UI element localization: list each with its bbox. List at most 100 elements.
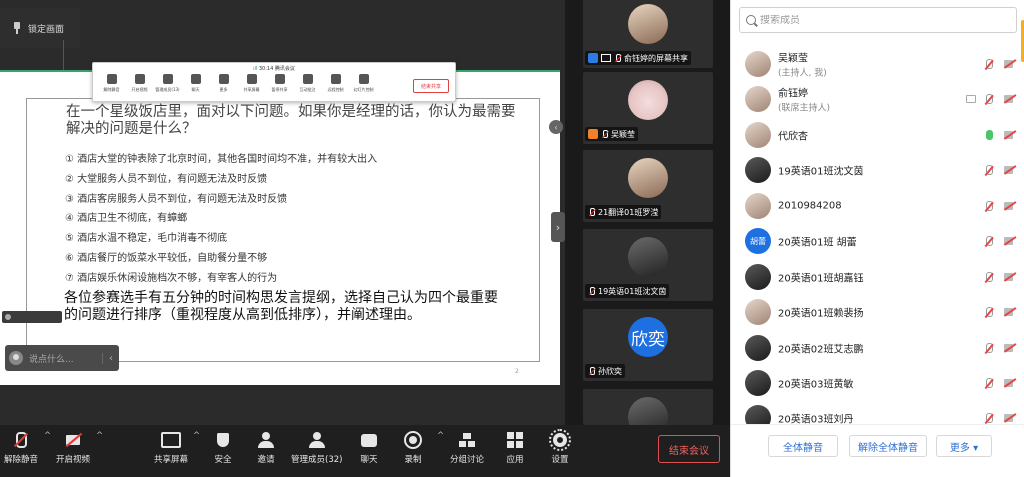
nested-toolbar-item[interactable]: 暂停共享 (267, 74, 292, 100)
participant-photo (628, 158, 668, 198)
camera-icon (134, 74, 145, 84)
member-row[interactable]: 2010984208 (731, 188, 1024, 224)
start-video-button[interactable]: 开启视频 (56, 431, 90, 473)
search-input[interactable] (760, 14, 1000, 26)
mic-muted-icon[interactable] (985, 94, 993, 105)
nested-toolbar-item[interactable]: 共享屏幕 (239, 74, 264, 100)
camera-off-icon[interactable] (1004, 131, 1016, 139)
tile-label: 孙欣奕 (585, 364, 625, 378)
mic-muted-icon[interactable] (985, 236, 993, 247)
nested-share-toolbar: ıll 30:14 腾讯会议 解除静音 开启视频 管理成员(13) 聊天 更多 … (92, 62, 456, 102)
member-row[interactable]: 胡蕾 20英语01班 胡蕾 (731, 223, 1024, 259)
camera-off-icon[interactable] (1004, 379, 1016, 387)
chat-button[interactable]: 聊天 (359, 431, 379, 473)
member-row[interactable]: 20英语01班赖裴扬 (731, 294, 1024, 330)
nested-toolbar-item[interactable]: 管理成员(13) (155, 74, 180, 100)
member-row[interactable]: 19英语01班沈文茵 (731, 152, 1024, 188)
mic-muted-icon (588, 366, 595, 376)
camera-off-icon[interactable] (1004, 414, 1016, 422)
mic-muted-icon[interactable] (985, 307, 993, 318)
camera-off-icon[interactable] (1004, 60, 1016, 68)
nested-end-share-button[interactable]: 结束共享 (413, 79, 449, 93)
share-screen-button[interactable]: 共享屏幕 (154, 431, 188, 473)
chevron-up-icon[interactable]: ^ (44, 431, 51, 473)
camera-off-icon[interactable] (1004, 273, 1016, 281)
member-info: 俞钰婷 (联席主持人) (778, 85, 830, 114)
video-tile[interactable]: 欣奕 孙欣奕 (583, 309, 713, 381)
slide-instructions: 各位参赛选手有五分钟的时间构思发言提纲，选择自己认为四个最重要的问题进行排序（重… (64, 290, 498, 323)
record-button[interactable]: 录制 (403, 431, 423, 473)
end-meeting-button[interactable]: 结束会议 (658, 435, 720, 463)
toolbar-label: 录制 (404, 455, 422, 465)
mic-muted-icon[interactable] (985, 201, 993, 212)
nested-toolbar-item[interactable]: 远程控制 (323, 74, 348, 100)
toolbar-label: 解除静音 (4, 455, 39, 465)
member-row[interactable]: 代欣杏 (731, 117, 1024, 153)
mic-muted-icon[interactable] (985, 343, 993, 354)
nested-toolbar-item[interactable]: 更多 (211, 74, 236, 100)
invite-icon (256, 431, 276, 449)
security-button[interactable]: 安全 (213, 431, 233, 473)
video-gallery[interactable]: 俞钰婷的屏幕共享 吴颖莹 21翻译01班罗滢 19英语01班沈文茵 欣奕 孙欣奕 (565, 0, 730, 425)
nested-chat-chip (2, 311, 62, 323)
video-tile[interactable] (583, 389, 713, 425)
member-row[interactable]: 20英语01班胡嘉钰 (731, 259, 1024, 295)
mic-muted-icon[interactable] (985, 59, 993, 70)
camera-off-icon[interactable] (1004, 308, 1016, 316)
chevron-right-icon[interactable]: › (551, 212, 565, 242)
lock-view-button[interactable]: 锁定画面 (0, 8, 80, 48)
member-name: 20英语03班刘丹 (778, 414, 854, 425)
nested-toolbar-item[interactable]: 解除静音 (99, 74, 124, 100)
member-row[interactable]: 20英语03班刘丹 (731, 400, 1024, 424)
mic-muted-icon[interactable] (985, 378, 993, 389)
member-list[interactable]: 吴颖莹 (主持人, 我) 俞钰婷 (联席主持人) 代欣杏 19英语01班沈文茵 … (731, 46, 1024, 424)
nested-toolbar-item[interactable]: 开启视频 (127, 74, 152, 100)
chevron-up-icon[interactable]: ^ (437, 431, 444, 473)
manage-members-button[interactable]: 管理成员(32) (291, 431, 342, 473)
chevron-up-icon[interactable]: ^ (96, 431, 103, 473)
camera-off-icon[interactable] (1004, 166, 1016, 174)
video-tile[interactable]: 21翻译01班罗滢 (583, 150, 713, 222)
mic-muted-icon (588, 286, 595, 296)
nested-toolbar-item[interactable]: 聊天 (183, 74, 208, 100)
invite-button[interactable]: 邀请 (256, 431, 276, 473)
apps-button[interactable]: 应用 (505, 431, 525, 473)
chevron-up-icon[interactable]: ^ (193, 431, 200, 473)
member-row[interactable]: 吴颖莹 (主持人, 我) (731, 46, 1024, 82)
breakout-rooms-button[interactable]: 分组讨论 (450, 431, 484, 473)
chat-input-bubble[interactable]: 说点什么... ‹ (5, 345, 119, 371)
settings-button[interactable]: 设置 (549, 429, 571, 473)
more-button[interactable]: 更多 ▾ (936, 435, 992, 457)
chat-placeholder: 说点什么... (29, 354, 74, 365)
video-tile[interactable]: 19英语01班沈文茵 (583, 229, 713, 301)
member-row[interactable]: 俞钰婷 (联席主持人) (731, 81, 1024, 117)
unmute-all-button[interactable]: 解除全体静音 (849, 435, 927, 457)
mute-all-button[interactable]: 全体静音 (768, 435, 838, 457)
member-info: 20英语01班胡嘉钰 (778, 270, 863, 285)
mic-active-icon[interactable] (985, 130, 993, 141)
camera-off-icon[interactable] (1004, 95, 1016, 103)
mic-muted-icon[interactable] (985, 413, 993, 424)
nested-toolbar-title: 腾讯会议 (274, 66, 295, 72)
mic-muted-icon[interactable] (985, 165, 993, 176)
member-row[interactable]: 20英语03班黄敏 (731, 365, 1024, 401)
chevron-left-icon[interactable]: ‹ (102, 352, 113, 364)
screen-share-icon (601, 54, 611, 62)
avatar (745, 370, 771, 396)
member-row[interactable]: 20英语02班艾志鹏 (731, 330, 1024, 366)
camera-off-icon[interactable] (1004, 237, 1016, 245)
member-search[interactable] (739, 7, 1017, 33)
nested-toolbar-item[interactable]: 互动批注 (295, 74, 320, 100)
unmute-button[interactable]: 解除静音 (4, 431, 38, 473)
camera-off-icon[interactable] (1004, 202, 1016, 210)
camera-off-icon[interactable] (1004, 344, 1016, 352)
collapse-toggle-icon[interactable]: ‹ (549, 120, 563, 134)
video-tile[interactable]: 吴颖莹 (583, 72, 713, 144)
share-icon (246, 74, 257, 84)
member-name: 代欣杏 (778, 131, 808, 143)
chat-icon (190, 74, 201, 84)
mic-muted-icon[interactable] (985, 272, 993, 283)
members-icon (162, 74, 173, 84)
nested-toolbar-item[interactable]: 幻灯片控制 (351, 74, 376, 100)
video-tile[interactable]: 俞钰婷的屏幕共享 (583, 0, 713, 68)
